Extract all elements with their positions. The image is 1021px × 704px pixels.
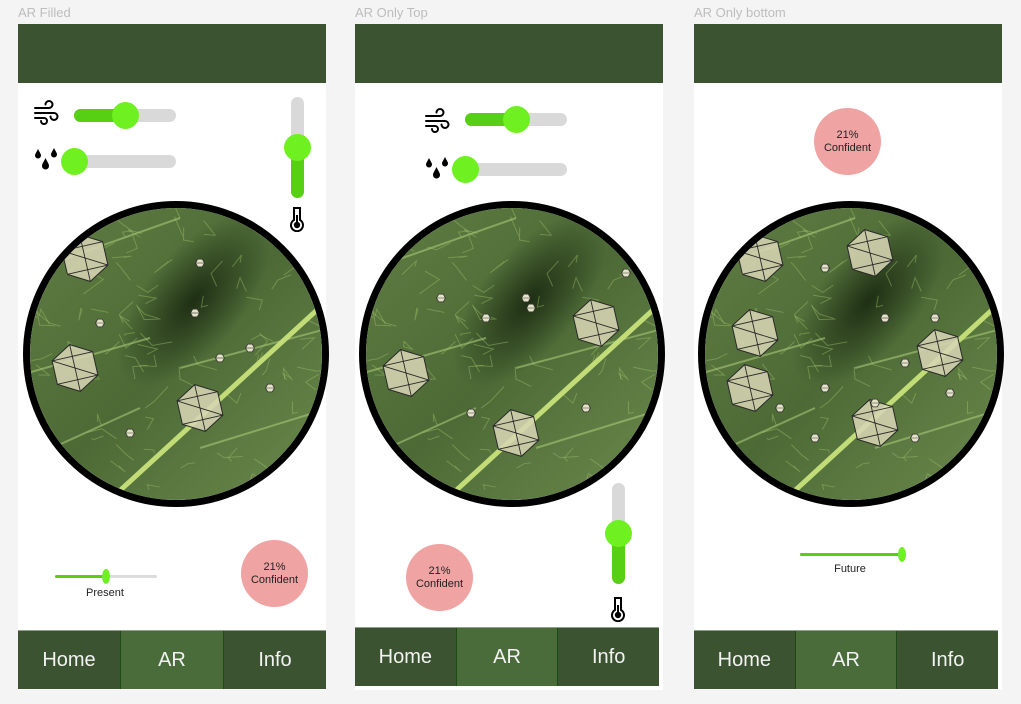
ar-marker-small[interactable] [95, 318, 105, 328]
slider-track [74, 155, 176, 168]
leaf-image [705, 208, 997, 500]
water-drops-icon [35, 148, 57, 170]
nav-info[interactable]: Info [224, 631, 326, 689]
bottom-nav: Home AR Info [355, 627, 660, 686]
slider-fill [800, 553, 902, 556]
temperature-slider[interactable] [284, 97, 311, 198]
nav-home[interactable]: Home [18, 631, 121, 689]
wind-icon [34, 100, 59, 125]
time-slider[interactable] [800, 547, 906, 562]
slider-thumb[interactable] [284, 133, 311, 161]
ar-marker-small[interactable] [621, 268, 631, 278]
humidity-slider[interactable] [61, 148, 176, 175]
slider-track [465, 163, 567, 176]
slider-thumb[interactable] [112, 102, 139, 129]
phone-frame-ar-only-bottom: 21% Confident Future Home AR Info [694, 24, 1004, 690]
time-slider-label: Present [86, 587, 124, 599]
app-header [355, 24, 663, 83]
ar-marker-small[interactable] [195, 258, 205, 268]
ar-marker-small[interactable] [880, 313, 890, 323]
ar-marker-small[interactable] [245, 343, 255, 353]
ar-marker-small[interactable] [466, 408, 476, 418]
ar-marker-small[interactable] [820, 263, 830, 273]
confidence-percent: 21% [836, 128, 859, 141]
water-drops-icon [426, 157, 448, 179]
ar-marker-small[interactable] [526, 303, 536, 313]
ar-marker-small[interactable] [436, 293, 446, 303]
temperature-slider[interactable] [605, 483, 632, 584]
ar-marker-small[interactable] [945, 388, 955, 398]
confidence-percent: 21% [428, 564, 451, 577]
time-slider[interactable] [55, 569, 157, 584]
ar-camera-view[interactable] [23, 201, 329, 507]
wind-icon [425, 108, 450, 133]
ar-marker-small[interactable] [190, 308, 200, 318]
ar-marker-small[interactable] [820, 383, 830, 393]
confidence-label: Confident [250, 573, 299, 586]
slider-thumb[interactable] [61, 148, 88, 175]
frame-title: AR Filled [18, 5, 71, 20]
app-header [18, 24, 326, 83]
ar-marker-small[interactable] [215, 353, 225, 363]
nav-ar[interactable]: AR [795, 631, 898, 689]
ar-marker-small[interactable] [870, 398, 880, 408]
ar-marker-small[interactable] [265, 383, 275, 393]
leaf-image [366, 208, 658, 500]
humidity-slider[interactable] [452, 156, 567, 183]
nav-ar[interactable]: AR [121, 631, 224, 689]
bottom-nav: Home AR Info [18, 630, 326, 689]
confidence-label: Confident [823, 141, 872, 154]
ar-camera-view[interactable] [359, 201, 665, 507]
confidence-label: Confident [415, 577, 464, 590]
ar-marker-small[interactable] [810, 433, 820, 443]
slider-fill [55, 575, 106, 578]
frame-title: AR Only bottom [694, 5, 786, 20]
thermometer-icon [611, 597, 625, 622]
ar-camera-view[interactable] [698, 201, 1004, 507]
nav-home[interactable]: Home [355, 628, 457, 686]
wind-slider[interactable] [74, 102, 176, 129]
leaf-image [30, 208, 322, 500]
bottom-nav: Home AR Info [694, 630, 999, 689]
ar-marker-small[interactable] [581, 403, 591, 413]
slider-thumb[interactable] [898, 547, 906, 562]
app-header [694, 24, 1002, 83]
ar-marker-small[interactable] [521, 293, 531, 303]
nav-info[interactable]: Info [897, 631, 999, 689]
wind-slider[interactable] [465, 106, 567, 133]
ar-marker-small[interactable] [910, 433, 920, 443]
ar-marker-small[interactable] [900, 358, 910, 368]
phone-frame-ar-only-top: 21% Confident Home AR Info [355, 24, 665, 690]
thermometer-icon [290, 207, 304, 232]
confidence-percent: 21% [263, 560, 286, 573]
nav-info[interactable]: Info [558, 628, 660, 686]
slider-thumb[interactable] [102, 569, 110, 584]
nav-home[interactable]: Home [694, 631, 796, 689]
confidence-badge: 21% Confident [406, 544, 473, 611]
phone-frame-ar-filled: Present 21% Confident Home AR Info [18, 24, 329, 690]
frame-title: AR Only Top [355, 5, 428, 20]
slider-thumb[interactable] [605, 519, 632, 547]
nav-ar[interactable]: AR [456, 628, 559, 686]
confidence-badge: 21% Confident [814, 108, 881, 175]
slider-thumb[interactable] [452, 156, 479, 183]
time-slider-label: Future [834, 563, 866, 575]
slider-thumb[interactable] [503, 106, 530, 133]
ar-marker-small[interactable] [930, 313, 940, 323]
ar-marker-small[interactable] [481, 313, 491, 323]
ar-marker-small[interactable] [775, 403, 785, 413]
ar-marker-small[interactable] [125, 428, 135, 438]
confidence-badge: 21% Confident [241, 540, 308, 607]
